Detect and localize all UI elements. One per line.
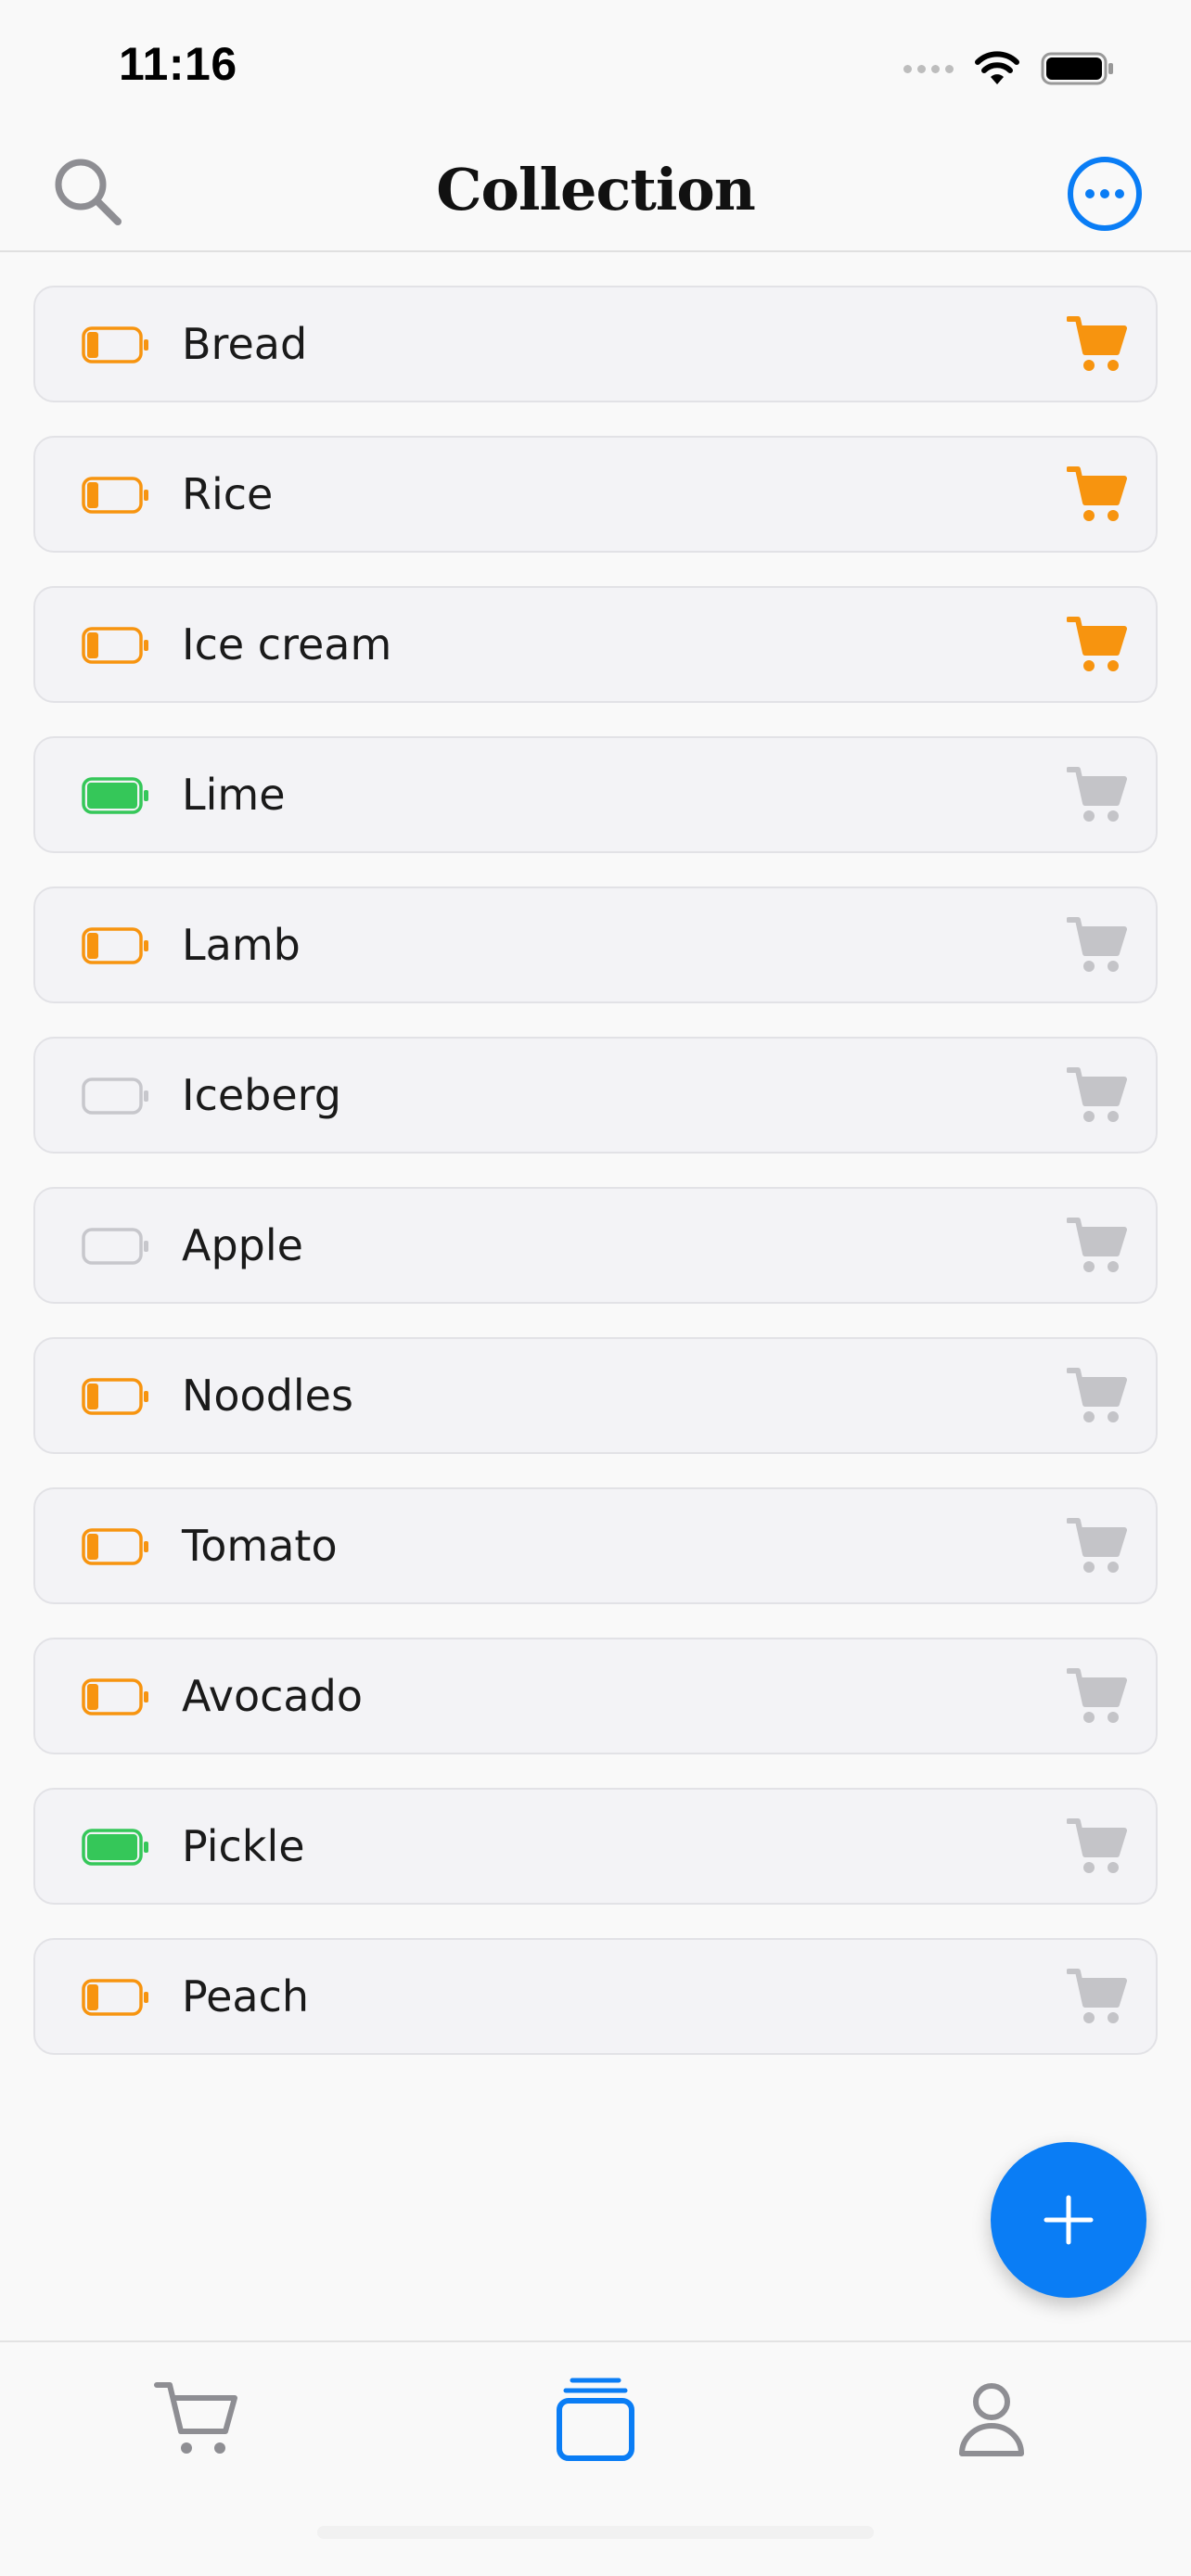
list-item[interactable]: Ice cream bbox=[33, 586, 1158, 703]
battery-icon bbox=[82, 1829, 148, 1866]
item-label: Lime bbox=[182, 770, 286, 820]
cart-icon[interactable] bbox=[1067, 1665, 1128, 1727]
item-list: Bread Rice Ice cream Lime Lamb Iceberg Apple No… bbox=[33, 286, 1158, 2088]
status-time: 11:16 bbox=[119, 38, 237, 90]
list-item[interactable]: Noodles bbox=[33, 1337, 1158, 1454]
cart-icon[interactable] bbox=[1067, 1215, 1128, 1276]
item-label: Avocado bbox=[182, 1671, 363, 1721]
item-label: Lamb bbox=[182, 920, 301, 970]
list-item[interactable]: Peach bbox=[33, 1938, 1158, 2055]
cart-icon[interactable] bbox=[1067, 464, 1128, 525]
battery-icon bbox=[82, 927, 148, 964]
stack-icon bbox=[557, 2378, 634, 2461]
status-icons bbox=[903, 41, 1115, 96]
item-label: Noodles bbox=[182, 1371, 353, 1421]
item-label: Tomato bbox=[182, 1521, 338, 1571]
battery-icon bbox=[82, 1078, 148, 1115]
list-item[interactable]: Pickle bbox=[33, 1788, 1158, 1905]
list-item[interactable]: Tomato bbox=[33, 1487, 1158, 1604]
cart-icon[interactable] bbox=[1067, 614, 1128, 675]
list-item[interactable]: Avocado bbox=[33, 1638, 1158, 1754]
list-item[interactable]: Iceberg bbox=[33, 1037, 1158, 1154]
battery-icon bbox=[82, 1979, 148, 2016]
battery-icon bbox=[82, 1378, 148, 1415]
more-circle-icon bbox=[1068, 157, 1142, 231]
cart-icon[interactable] bbox=[1067, 1966, 1128, 2027]
cart-icon[interactable] bbox=[1067, 1816, 1128, 1877]
page-title: Collection bbox=[436, 156, 756, 223]
list-item[interactable]: Bread bbox=[33, 286, 1158, 402]
battery-icon bbox=[82, 1678, 148, 1715]
person-icon bbox=[959, 2383, 1024, 2456]
cart-icon[interactable] bbox=[1067, 1065, 1128, 1126]
battery-icon bbox=[82, 477, 148, 514]
battery-icon bbox=[82, 777, 148, 814]
item-label: Pickle bbox=[182, 1821, 305, 1871]
battery-icon bbox=[82, 627, 148, 664]
nav-header: Collection bbox=[0, 130, 1191, 252]
add-item-button[interactable] bbox=[991, 2142, 1146, 2298]
cart-icon[interactable] bbox=[1067, 1515, 1128, 1576]
item-label: Apple bbox=[182, 1220, 303, 1270]
item-label: Bread bbox=[182, 319, 308, 369]
cart-icon[interactable] bbox=[1067, 313, 1128, 375]
cart-icon[interactable] bbox=[1067, 914, 1128, 976]
list-item[interactable]: Lime bbox=[33, 736, 1158, 853]
wifi-icon bbox=[975, 51, 1019, 84]
cart-icon bbox=[154, 2382, 237, 2454]
battery-icon bbox=[82, 1528, 148, 1565]
cart-icon[interactable] bbox=[1067, 1365, 1128, 1426]
plus-icon bbox=[1044, 2195, 1094, 2245]
tab-cart[interactable] bbox=[147, 2368, 249, 2470]
list-item[interactable]: Apple bbox=[33, 1187, 1158, 1304]
status-bar: 11:16 bbox=[0, 0, 1191, 130]
tab-profile[interactable] bbox=[941, 2368, 1043, 2470]
tab-collection[interactable] bbox=[544, 2368, 647, 2470]
cellular-signal-icon bbox=[903, 64, 954, 73]
list-item[interactable]: Rice bbox=[33, 436, 1158, 553]
battery-icon bbox=[82, 326, 148, 363]
list-item[interactable]: Lamb bbox=[33, 886, 1158, 1003]
home-indicator bbox=[317, 2526, 874, 2539]
more-button[interactable] bbox=[1065, 154, 1145, 234]
item-label: Rice bbox=[182, 469, 274, 519]
item-label: Iceberg bbox=[182, 1070, 341, 1120]
cart-icon[interactable] bbox=[1067, 764, 1128, 825]
battery-icon bbox=[82, 1228, 148, 1265]
item-label: Peach bbox=[182, 1971, 310, 2021]
battery-status-icon bbox=[1041, 52, 1113, 85]
item-label: Ice cream bbox=[182, 619, 392, 670]
tab-bar bbox=[0, 2340, 1191, 2576]
